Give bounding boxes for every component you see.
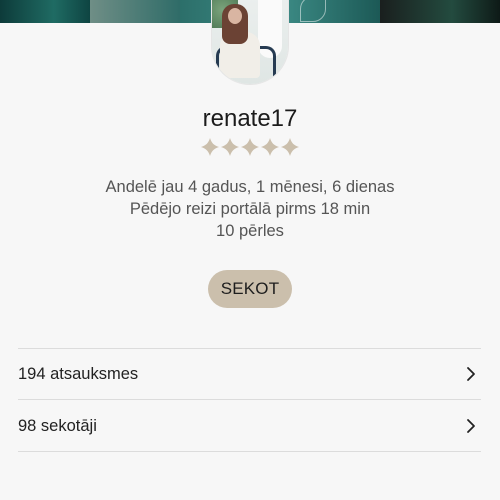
reviews-link[interactable]: 194 atsauksmes — [18, 349, 481, 399]
rating-stars — [0, 136, 500, 158]
member-since-text: Andelē jau 4 gadus, 1 mēnesi, 6 dienas — [105, 178, 395, 196]
flower-star-icon — [241, 136, 259, 158]
followers-link[interactable]: 98 sekotāji — [18, 401, 481, 451]
divider — [18, 399, 481, 400]
chevron-right-icon — [467, 367, 475, 381]
username: renate17 — [202, 105, 298, 132]
follow-button[interactable]: SEKOT — [208, 270, 292, 308]
cover-photo-tile — [380, 0, 500, 23]
cover-photo-tile — [90, 0, 180, 23]
divider — [18, 451, 481, 452]
flower-star-icon — [281, 136, 299, 158]
pearls-count: 10 pērles — [216, 222, 284, 240]
flower-star-icon — [221, 136, 239, 158]
flower-star-icon — [261, 136, 279, 158]
profile-info: Andelē jau 4 gadus, 1 mēnesi, 6 dienas P… — [0, 176, 500, 242]
chevron-right-icon — [467, 419, 475, 433]
reviews-label: 194 atsauksmes — [18, 364, 139, 383]
last-seen-text: Pēdējo reizi portālā pirms 18 min — [129, 200, 371, 218]
cover-photo-tile — [0, 0, 90, 23]
followers-label: 98 sekotāji — [18, 416, 97, 435]
flower-star-icon — [201, 136, 219, 158]
avatar[interactable] — [212, 0, 288, 84]
